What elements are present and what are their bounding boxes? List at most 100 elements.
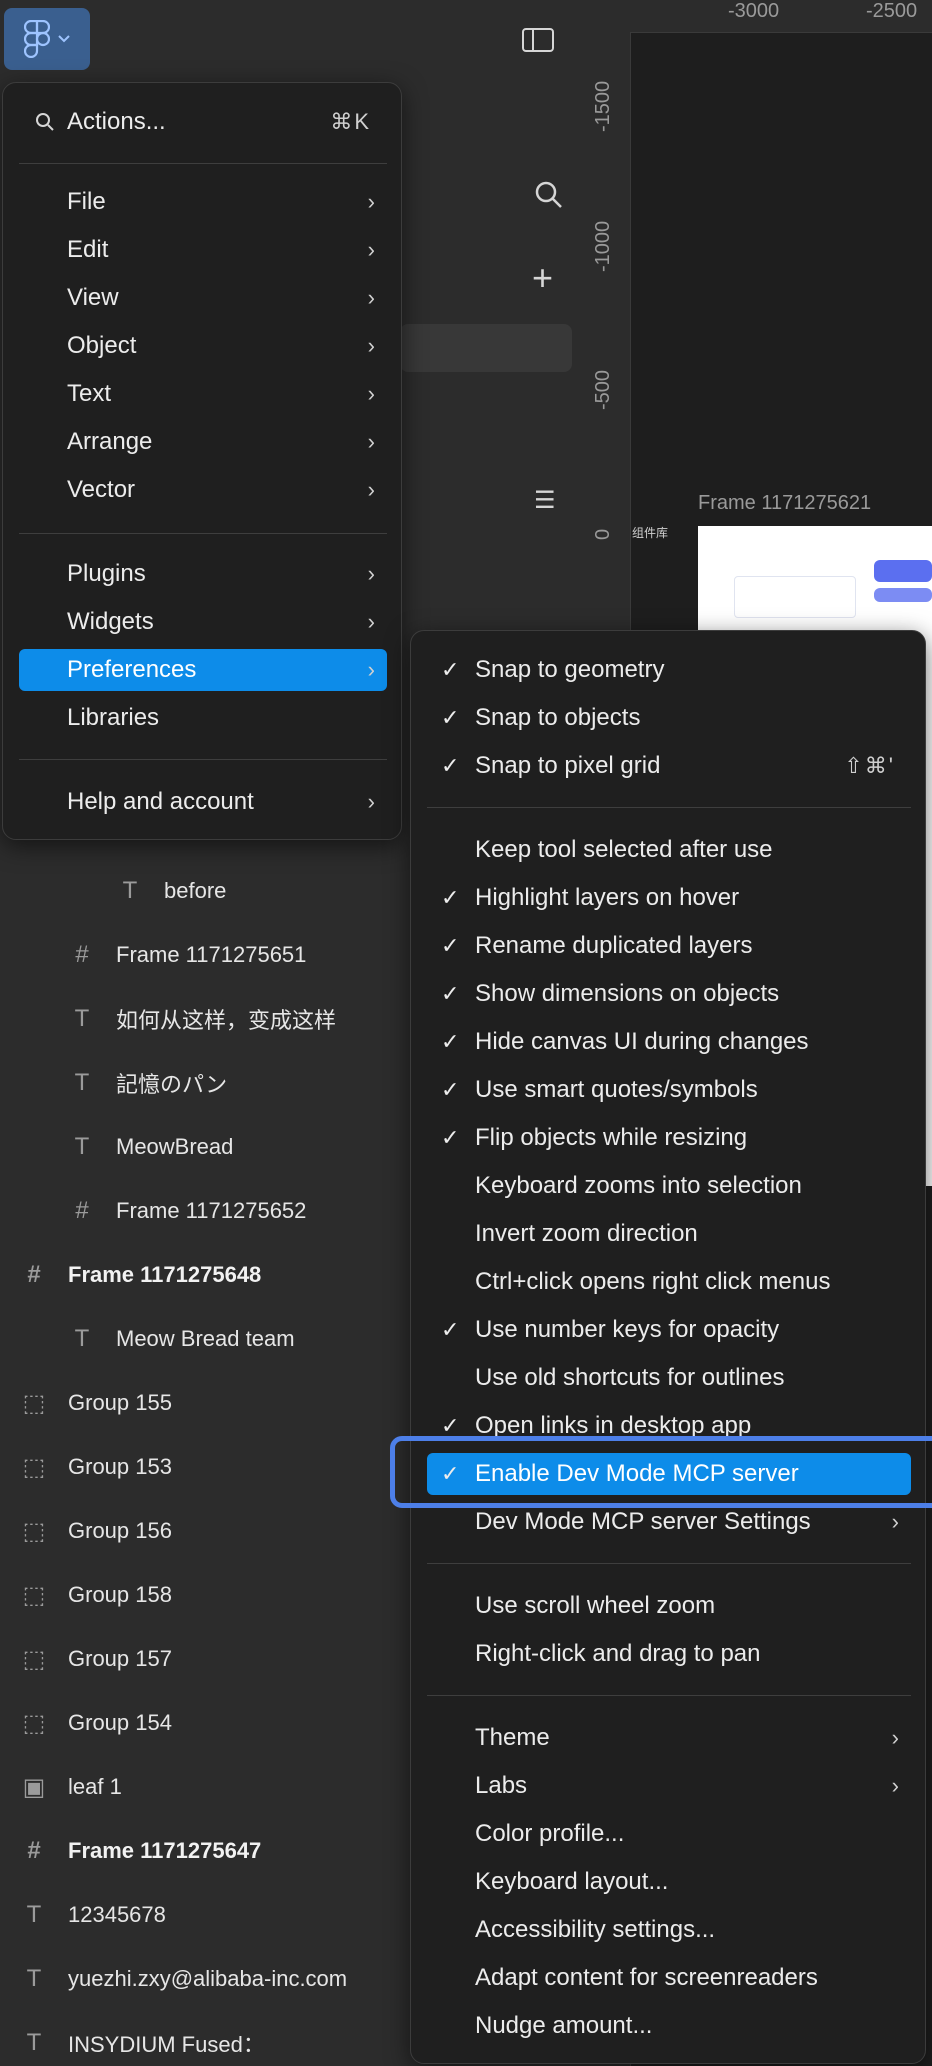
chevron-right-icon: › [367, 333, 375, 358]
text-icon: T [26, 2029, 42, 2056]
layer-row[interactable]: # Frame 1171275647 [20, 1831, 261, 1871]
pref-item-right-click-and-drag-to-pan[interactable]: Right-click and drag to pan [427, 1633, 911, 1675]
pref-item-accessibility-settings[interactable]: Accessibility settings... [427, 1909, 911, 1951]
add-page-icon[interactable]: + [532, 260, 553, 296]
menu-item-label: Arrange [67, 428, 153, 455]
main-menu: Actions... ⌘K File › Edit › View › Object › Text… [2, 82, 402, 840]
menu-item-label: Labs [475, 1772, 528, 1799]
layer-label: Frame 1171275647 [68, 1838, 262, 1863]
layer-row[interactable]: # Frame 1171275652 [68, 1191, 306, 1231]
page-row-selected[interactable] [400, 324, 572, 372]
layer-row[interactable]: ⬚ Group 158 [20, 1575, 172, 1615]
menu-item-file[interactable]: File › [19, 181, 387, 223]
pref-item-snap-to-geometry[interactable]: ✓ Snap to geometry [427, 649, 911, 691]
pref-item-nudge-amount[interactable]: Nudge amount... [427, 2005, 911, 2047]
pref-item-snap-to-pixel-grid[interactable]: ✓ Snap to pixel grid ⇧⌘' [427, 745, 911, 787]
layer-label: Group 154 [68, 1710, 172, 1735]
layer-row[interactable]: T 12345678 [20, 1895, 166, 1935]
layer-row[interactable]: T 記憶のパン [68, 1063, 227, 1103]
pref-item-keyboard-layout[interactable]: Keyboard layout... [427, 1861, 911, 1903]
menu-item-label: Hide canvas UI during changes [475, 1028, 809, 1055]
layer-row[interactable]: ⬚ Group 155 [20, 1383, 172, 1423]
pref-item-theme[interactable]: Theme › [427, 1717, 911, 1759]
menu-item-label: Snap to objects [475, 704, 641, 731]
ruler-top-label: -3000 [728, 0, 780, 22]
pref-item-use-smart-quotes-symbols[interactable]: ✓ Use smart quotes/symbols [427, 1069, 911, 1111]
main-menu-button[interactable] [4, 8, 90, 70]
image-icon: ▣ [22, 1773, 46, 1801]
pref-item-use-number-keys-for-opacity[interactable]: ✓ Use number keys for opacity [427, 1309, 911, 1351]
menu-item-plugins[interactable]: Plugins › [19, 553, 387, 595]
layer-row[interactable]: T Meow Bread team [68, 1319, 295, 1359]
pref-item-keep-tool-selected-after-use[interactable]: Keep tool selected after use [427, 829, 911, 871]
menu-separator [427, 807, 911, 808]
pref-item-use-scroll-wheel-zoom[interactable]: Use scroll wheel zoom [427, 1585, 911, 1627]
menu-item-text[interactable]: Text › [19, 373, 387, 415]
layer-row[interactable]: # Frame 1171275651 [68, 935, 306, 975]
layer-row[interactable]: T MeowBread [68, 1127, 234, 1167]
chevron-right-icon: › [367, 381, 375, 406]
pref-item-use-old-shortcuts-for-outlines[interactable]: Use old shortcuts for outlines [427, 1357, 911, 1399]
layer-row[interactable]: ⬚ Group 154 [20, 1703, 172, 1743]
menu-item-label: Invert zoom direction [475, 1220, 698, 1247]
pref-item-labs[interactable]: Labs › [427, 1765, 911, 1807]
layer-row[interactable]: ⬚ Group 157 [20, 1639, 172, 1679]
layer-label: Frame 1171275648 [68, 1262, 262, 1287]
menu-item-vector[interactable]: Vector › [19, 469, 387, 511]
chevron-right-icon: › [367, 429, 375, 454]
pref-item-keyboard-zooms-into-selection[interactable]: Keyboard zooms into selection [427, 1165, 911, 1207]
group-icon: ⬚ [22, 1581, 46, 1609]
frame-icon: # [27, 1837, 41, 1864]
menu-item-label: Text [67, 380, 112, 407]
layer-row[interactable]: # Frame 1171275648 [20, 1255, 261, 1295]
checkmark-icon: ✓ [441, 705, 460, 730]
checkmark-icon: ✓ [441, 1029, 460, 1054]
menu-item-label: File [67, 188, 106, 215]
toggle-sidebar-icon[interactable] [522, 28, 554, 52]
actions-shortcut: ⌘K [330, 109, 371, 134]
layer-sort-icon[interactable]: ☰ [534, 486, 556, 515]
frame-label[interactable]: Frame 1171275621 [698, 492, 871, 515]
layer-label: 12345678 [68, 1902, 166, 1927]
pref-item-show-dimensions-on-objects[interactable]: ✓ Show dimensions on objects [427, 973, 911, 1015]
group-icon: ⬚ [22, 1709, 46, 1737]
pref-item-invert-zoom-direction[interactable]: Invert zoom direction [427, 1213, 911, 1255]
ruler-left-label: -1000 [592, 220, 614, 272]
pref-item-color-profile[interactable]: Color profile... [427, 1813, 911, 1855]
pref-item-ctrl-click-opens-right-click-menus[interactable]: Ctrl+click opens right click menus [427, 1261, 911, 1303]
menu-item-arrange[interactable]: Arrange › [19, 421, 387, 463]
layer-row[interactable]: ▣ leaf 1 [20, 1767, 122, 1807]
layer-label: Group 157 [68, 1646, 172, 1671]
menu-item-edit[interactable]: Edit › [19, 229, 387, 271]
menu-item-label: Snap to geometry [475, 656, 665, 683]
layer-row[interactable]: ⬚ Group 153 [20, 1447, 172, 1487]
pref-item-flip-objects-while-resizing[interactable]: ✓ Flip objects while resizing [427, 1117, 911, 1159]
menu-item-view[interactable]: View › [19, 277, 387, 319]
chevron-right-icon: › [367, 789, 375, 814]
menu-item-preferences[interactable]: Preferences › [19, 649, 387, 691]
pref-item-hide-canvas-ui-during-changes[interactable]: ✓ Hide canvas UI during changes [427, 1021, 911, 1063]
pref-item-rename-duplicated-layers[interactable]: ✓ Rename duplicated layers [427, 925, 911, 967]
actions-search[interactable]: Actions... ⌘K [19, 101, 387, 143]
layer-row[interactable]: Tbefore [116, 871, 227, 911]
group-icon: ⬚ [22, 1517, 46, 1545]
menu-separator [19, 759, 387, 760]
layer-row[interactable]: T INSYDIUM Fused： [20, 2023, 265, 2063]
menu-item-object[interactable]: Object › [19, 325, 387, 367]
layer-row[interactable]: Tyuezhi.zxy@alibaba-inc.com [20, 1959, 347, 1999]
group-icon: ⬚ [22, 1453, 46, 1481]
checkmark-icon: ✓ [441, 1077, 460, 1102]
pref-item-adapt-content-for-screenreaders[interactable]: Adapt content for screenreaders [427, 1957, 911, 1999]
menu-item-label: Accessibility settings... [475, 1916, 716, 1943]
menu-item-libraries[interactable]: Libraries [19, 697, 387, 739]
layer-row[interactable]: ⬚ Group 156 [20, 1511, 172, 1551]
menu-item-help-and-account[interactable]: Help and account › [19, 781, 387, 823]
search-icon[interactable] [534, 180, 564, 210]
menu-item-widgets[interactable]: Widgets › [19, 601, 387, 643]
pref-item-highlight-layers-on-hover[interactable]: ✓ Highlight layers on hover [427, 877, 911, 919]
shortcut-label: ⇧⌘' [844, 753, 895, 778]
pref-item-snap-to-objects[interactable]: ✓ Snap to objects [427, 697, 911, 739]
checkmark-icon: ✓ [441, 1317, 460, 1342]
layer-row[interactable]: T 如何从这样，变成这样 [68, 999, 336, 1039]
text-icon: T [26, 1901, 42, 1928]
